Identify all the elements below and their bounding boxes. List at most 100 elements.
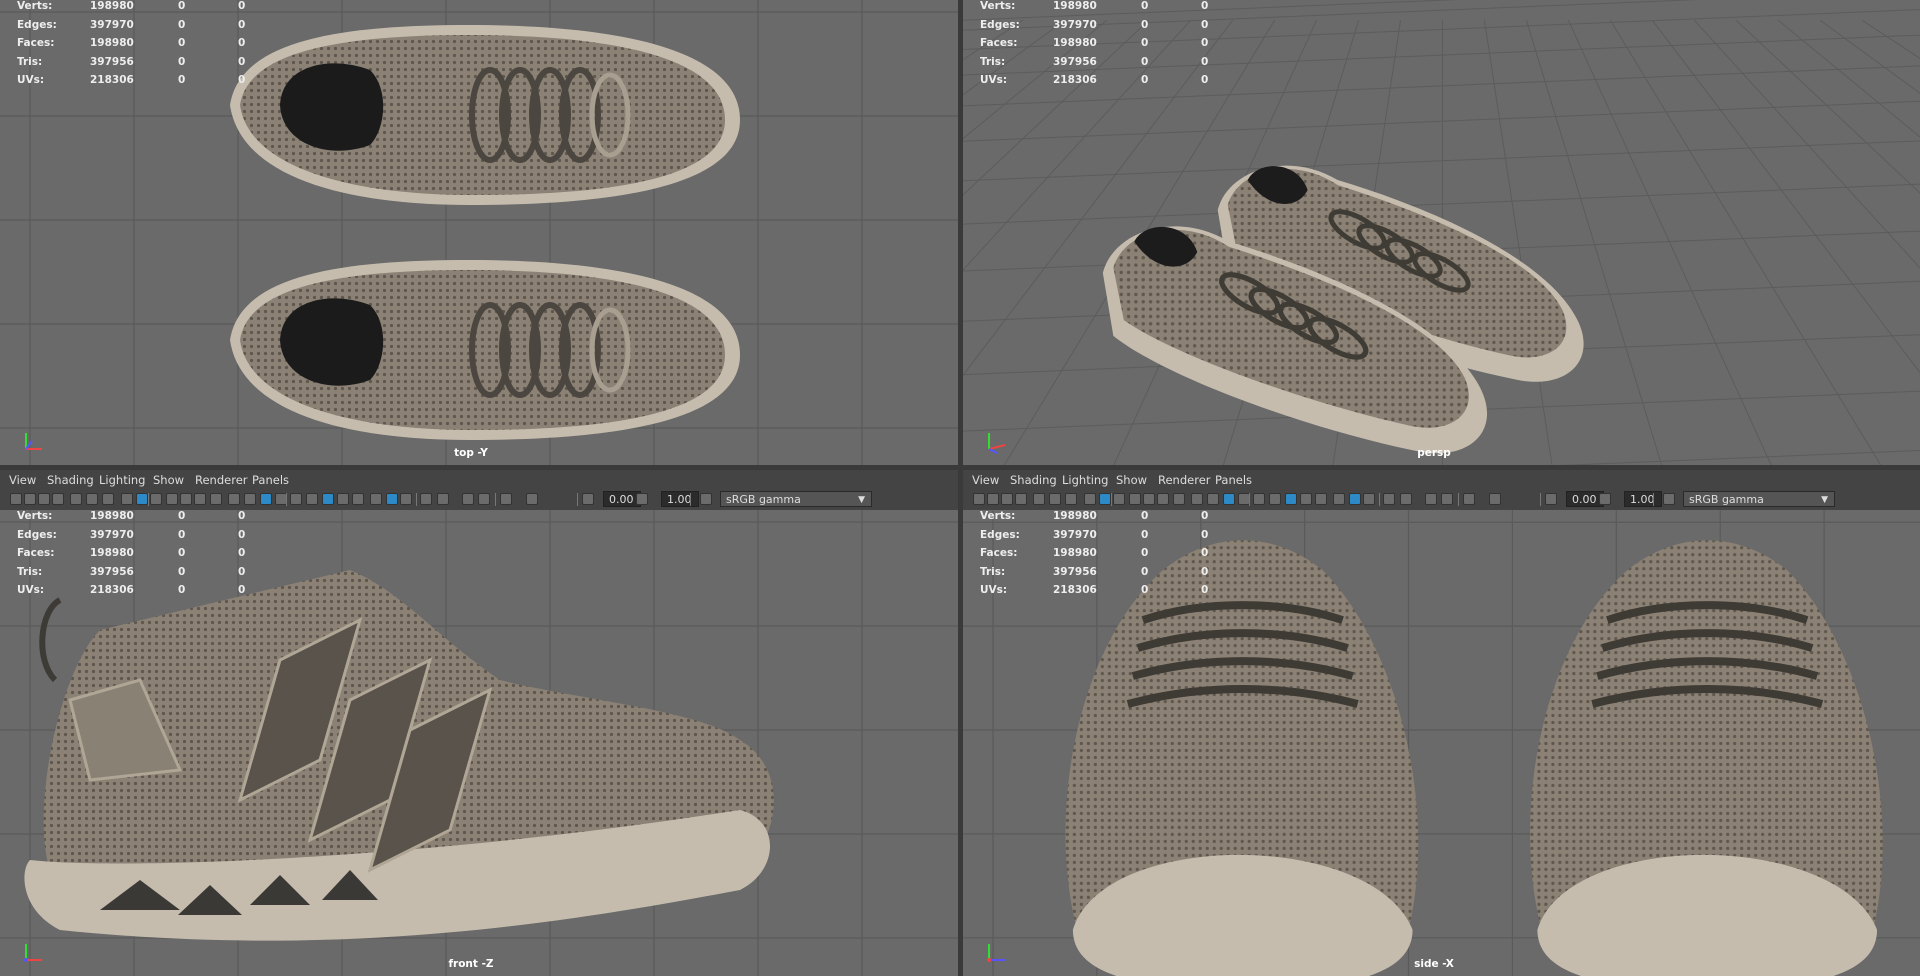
bookmark-icon[interactable] — [52, 493, 64, 505]
exposure-icon[interactable] — [1383, 493, 1395, 505]
2d-pan-icon[interactable] — [1033, 493, 1045, 505]
ambient-occlusion-icon[interactable] — [306, 493, 318, 505]
exposure-icon[interactable] — [420, 493, 432, 505]
resolution-gate-icon[interactable] — [1099, 493, 1111, 505]
camera-icon[interactable] — [10, 493, 22, 505]
grid-icon[interactable] — [1065, 493, 1077, 505]
viewport-panel-front[interactable]: View Shading Lighting Show Renderer Pane… — [0, 470, 958, 976]
bookmark-icon[interactable] — [582, 493, 594, 505]
camera-lock-icon[interactable] — [1001, 493, 1013, 505]
textured-icon[interactable] — [1223, 493, 1235, 505]
film-gate-icon[interactable] — [1084, 493, 1096, 505]
gamma-icon[interactable] — [437, 493, 449, 505]
grid-icon[interactable] — [102, 493, 114, 505]
gamma-icon[interactable] — [1400, 493, 1412, 505]
viewport-side[interactable]: side -X Verts: 198980 0 0 Edges: 397970 0 0 Fa… — [963, 510, 1920, 976]
camera-icon[interactable] — [1441, 493, 1453, 505]
viewport-panel-side[interactable]: View Shading Lighting Show Renderer Pane… — [963, 470, 1920, 976]
camera-select-icon[interactable] — [987, 493, 999, 505]
camera-select-icon[interactable] — [1463, 493, 1475, 505]
menu-show[interactable]: Show — [1116, 473, 1147, 487]
2d-pan-icon[interactable] — [1599, 493, 1611, 505]
hud-row-edges: Edges: 397970 0 0 — [0, 529, 260, 548]
backface-icon[interactable] — [400, 493, 412, 505]
grease-pencil-icon[interactable] — [700, 493, 712, 505]
grease-pencil-icon[interactable] — [1663, 493, 1675, 505]
field-chart-icon[interactable] — [166, 493, 178, 505]
2d-pan-icon[interactable] — [70, 493, 82, 505]
viewport-panel-top[interactable]: top -Y Verts: 198980 0 0 Edges: 397970 0 0 Fac… — [0, 0, 958, 465]
hud-value: 0 — [178, 547, 186, 559]
textured-icon[interactable] — [260, 493, 272, 505]
field-chart-icon[interactable] — [1129, 493, 1141, 505]
xray-joints-icon[interactable] — [370, 493, 382, 505]
safe-title-icon[interactable] — [194, 493, 206, 505]
resolution-gate-icon[interactable] — [136, 493, 148, 505]
shadows-icon[interactable] — [290, 493, 302, 505]
menu-show[interactable]: Show — [153, 473, 184, 487]
camera-icon[interactable] — [973, 493, 985, 505]
hud-label: Verts: — [17, 0, 53, 12]
gate-mask-icon[interactable] — [150, 493, 162, 505]
xray-joints-icon[interactable] — [1333, 493, 1345, 505]
camera-lock-icon[interactable] — [1489, 493, 1501, 505]
safe-action-icon[interactable] — [1143, 493, 1155, 505]
isolate-icon[interactable] — [337, 493, 349, 505]
smooth-shade-icon[interactable] — [1191, 493, 1203, 505]
menu-view[interactable]: View — [9, 473, 36, 487]
safe-action-icon[interactable] — [180, 493, 192, 505]
motion-blur-icon[interactable] — [1285, 493, 1297, 505]
colorspace-select[interactable]: sRGB gamma ▼ — [1683, 491, 1835, 507]
xray-active-icon[interactable] — [1349, 493, 1361, 505]
menu-panels[interactable]: Panels — [252, 473, 289, 487]
wireframe-icon[interactable] — [210, 493, 222, 505]
backface-icon[interactable] — [1363, 493, 1375, 505]
camera-icon[interactable] — [478, 493, 490, 505]
menu-lighting[interactable]: Lighting — [99, 473, 145, 487]
film-gate-icon[interactable] — [121, 493, 133, 505]
camera-select-icon[interactable] — [24, 493, 36, 505]
camera-lock-icon[interactable] — [526, 493, 538, 505]
menu-renderer[interactable]: Renderer — [1158, 473, 1211, 487]
default-material-icon[interactable] — [1207, 493, 1219, 505]
hud-value: 397970 — [1053, 18, 1097, 31]
menu-renderer[interactable]: Renderer — [195, 473, 248, 487]
menu-lighting[interactable]: Lighting — [1062, 473, 1108, 487]
camera-select-icon[interactable] — [500, 493, 512, 505]
menu-view[interactable]: View — [972, 473, 999, 487]
motion-blur-icon[interactable] — [322, 493, 334, 505]
viewport-front[interactable]: front -Z Verts: 198980 0 0 Edges: 397970 0 0 F… — [0, 510, 958, 976]
horizontal-divider[interactable] — [0, 465, 1920, 470]
default-material-icon[interactable] — [244, 493, 256, 505]
vertical-divider[interactable] — [958, 0, 963, 976]
gate-mask-icon[interactable] — [1113, 493, 1125, 505]
xray-icon[interactable] — [352, 493, 364, 505]
menu-panels[interactable]: Panels — [1215, 473, 1252, 487]
smooth-shade-icon[interactable] — [228, 493, 240, 505]
menu-shading[interactable]: Shading — [1010, 473, 1057, 487]
safe-title-icon[interactable] — [1157, 493, 1169, 505]
grease-pencil-icon[interactable] — [86, 493, 98, 505]
colorspace-icon[interactable] — [462, 493, 474, 505]
colorspace-select[interactable]: sRGB gamma ▼ — [720, 491, 872, 507]
hud-value: 397956 — [90, 565, 134, 578]
viewport-panel-persp[interactable]: persp Verts: 198980 0 0 Edges: 397970 0 0 Face… — [963, 0, 1920, 465]
gamma-field[interactable]: 1.00 — [1624, 491, 1662, 507]
wireframe-icon[interactable] — [1173, 493, 1185, 505]
camera-lock-icon[interactable] — [38, 493, 50, 505]
2d-pan-icon[interactable] — [636, 493, 648, 505]
xray-icon[interactable] — [1315, 493, 1327, 505]
viewport-top[interactable]: top -Y Verts: 198980 0 0 Edges: 397970 0 0 Fac… — [0, 0, 958, 465]
bookmark-icon[interactable] — [1015, 493, 1027, 505]
menu-shading[interactable]: Shading — [47, 473, 94, 487]
shadows-icon[interactable] — [1253, 493, 1265, 505]
bookmark-icon[interactable] — [1545, 493, 1557, 505]
ambient-occlusion-icon[interactable] — [1269, 493, 1281, 505]
viewport-persp[interactable]: persp Verts: 198980 0 0 Edges: 397970 0 0 Face… — [963, 0, 1920, 465]
colorspace-icon[interactable] — [1425, 493, 1437, 505]
gamma-field[interactable]: 1.00 — [661, 491, 699, 507]
isolate-icon[interactable] — [1300, 493, 1312, 505]
xray-active-icon[interactable] — [386, 493, 398, 505]
hud-label: Tris: — [980, 565, 1006, 578]
grease-pencil-icon[interactable] — [1049, 493, 1061, 505]
